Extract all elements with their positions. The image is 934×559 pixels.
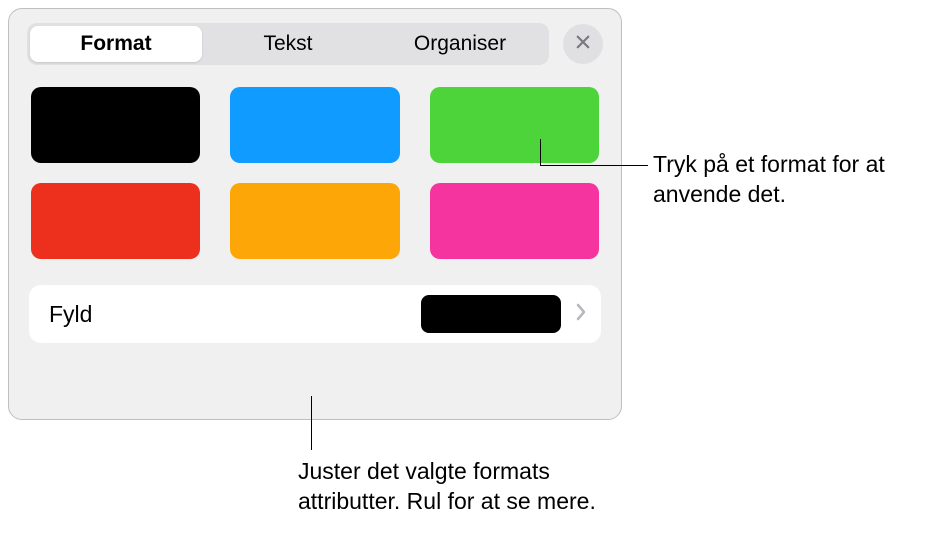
fill-row[interactable]: Fyld (29, 285, 601, 343)
color-swatch[interactable] (31, 183, 200, 259)
fill-color-preview (421, 295, 561, 333)
color-swatch[interactable] (430, 87, 599, 163)
color-swatch[interactable] (31, 87, 200, 163)
callout-leader (540, 165, 648, 166)
tab-format[interactable]: Format (30, 26, 202, 62)
panel-header: Format Tekst Organiser (27, 23, 603, 65)
tab-label: Format (80, 32, 151, 56)
close-icon (574, 33, 592, 56)
close-button[interactable] (563, 24, 603, 64)
callout-leader (540, 139, 541, 166)
format-panel: Format Tekst Organiser Fyld (8, 8, 622, 420)
tab-label: Organiser (414, 32, 506, 56)
fill-label: Fyld (49, 301, 421, 328)
tab-tekst[interactable]: Tekst (202, 26, 374, 62)
tab-bar: Format Tekst Organiser (27, 23, 549, 65)
tab-organiser[interactable]: Organiser (374, 26, 546, 62)
color-swatch[interactable] (230, 87, 399, 163)
callout-adjust-attributes: Juster det valgte formats attributter. R… (298, 457, 618, 517)
tab-label: Tekst (263, 32, 312, 56)
color-swatch[interactable] (230, 183, 399, 259)
callout-leader (311, 396, 312, 450)
color-swatch[interactable] (430, 183, 599, 259)
callout-apply-format: Tryk på et format for at anvende det. (653, 150, 913, 210)
color-swatch-grid (27, 87, 603, 259)
chevron-right-icon (575, 302, 587, 327)
